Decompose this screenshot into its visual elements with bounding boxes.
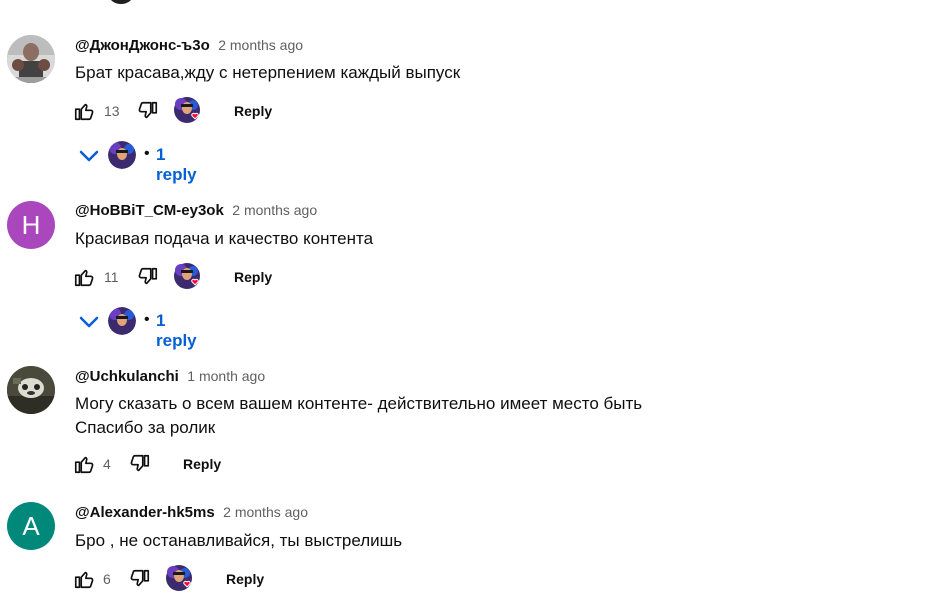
reply-button[interactable]: Reply: [183, 456, 221, 472]
like-count: 13: [104, 103, 120, 119]
like-count: 11: [104, 269, 119, 285]
avatar-letter: A: [22, 510, 40, 541]
reply-button[interactable]: Reply: [234, 269, 272, 285]
creator-avatar: [108, 307, 136, 335]
creator-heart-icon: [173, 96, 203, 126]
comment-timestamp[interactable]: 2 months ago: [218, 37, 303, 53]
avatar[interactable]: H: [7, 201, 55, 249]
user-photo-fighter-icon: [7, 35, 55, 83]
comment-text: Красивая подача и качество контента: [75, 227, 373, 251]
comment-author[interactable]: @Uchkulanchi: [75, 368, 179, 385]
comment-header: @ДжонДжонс-ъ3о 2 months ago: [75, 37, 303, 55]
separator-dot: •: [144, 145, 150, 162]
thumbs-down-icon[interactable]: [137, 100, 159, 122]
creator-heart-icon: [173, 262, 203, 292]
like-count: 4: [103, 456, 111, 472]
comment-author[interactable]: @ДжонДжонс-ъ3о: [75, 37, 210, 54]
comment-text-line: Брат красава,жду с нетерпением каждый вы…: [75, 63, 461, 82]
thumbs-down-icon[interactable]: [137, 266, 159, 288]
comment-text: Брат красава,жду с нетерпением каждый вы…: [75, 61, 460, 85]
comment-timestamp[interactable]: 2 months ago: [232, 202, 317, 218]
comment-text: Могу сказать о всем вашем контенте- дейс…: [75, 392, 642, 440]
comment-text-line: Бро , не останавливайся, ты выстрелишь: [75, 531, 403, 550]
thumbs-down-icon[interactable]: [129, 568, 151, 590]
chevron-down-icon[interactable]: [78, 313, 100, 331]
creator-avatar: [108, 141, 136, 169]
chevron-down-icon[interactable]: [78, 147, 100, 165]
comment-text: Бро , не останавливайся, ты выстрелишь: [75, 529, 402, 553]
creator-heart-icon: [165, 564, 195, 594]
comment-timestamp[interactable]: 1 month ago: [187, 368, 265, 384]
comment-text-line: Красивая подача и качество контента: [75, 229, 374, 248]
user-photo-animal-icon: [7, 366, 55, 414]
like-count: 6: [103, 571, 111, 587]
avatar[interactable]: [7, 366, 55, 414]
previous-comment-avatar-fragment: [109, 0, 133, 4]
separator-dot: •: [144, 311, 150, 328]
reply-button[interactable]: Reply: [226, 571, 264, 587]
view-replies-link[interactable]: 1 reply: [156, 311, 197, 351]
thumbs-up-icon[interactable]: [73, 568, 95, 590]
comment-header: @Alexander-hk5ms 2 months ago: [75, 504, 308, 522]
reply-button[interactable]: Reply: [234, 103, 272, 119]
comment-header: @HoBBiT_CM-ey3ok 2 months ago: [75, 202, 317, 220]
thumbs-up-icon[interactable]: [73, 453, 95, 475]
comment-timestamp[interactable]: 2 months ago: [223, 504, 308, 520]
avatar[interactable]: A: [7, 502, 55, 550]
comment-header: @Uchkulanchi 1 month ago: [75, 368, 265, 386]
avatar-letter: H: [21, 209, 41, 240]
view-replies-link[interactable]: 1 reply: [156, 145, 197, 185]
thumbs-down-icon[interactable]: [129, 453, 151, 475]
comment-text-line: Могу сказать о всем вашем контенте- дейс…: [75, 394, 643, 413]
thumbs-up-icon[interactable]: [73, 100, 95, 122]
comment-text-line: Спасибо за ролик: [75, 418, 216, 437]
avatar[interactable]: [7, 35, 55, 83]
thumbs-up-icon[interactable]: [73, 266, 95, 288]
comment-author[interactable]: @HoBBiT_CM-ey3ok: [75, 202, 224, 219]
comment-author[interactable]: @Alexander-hk5ms: [75, 504, 215, 521]
